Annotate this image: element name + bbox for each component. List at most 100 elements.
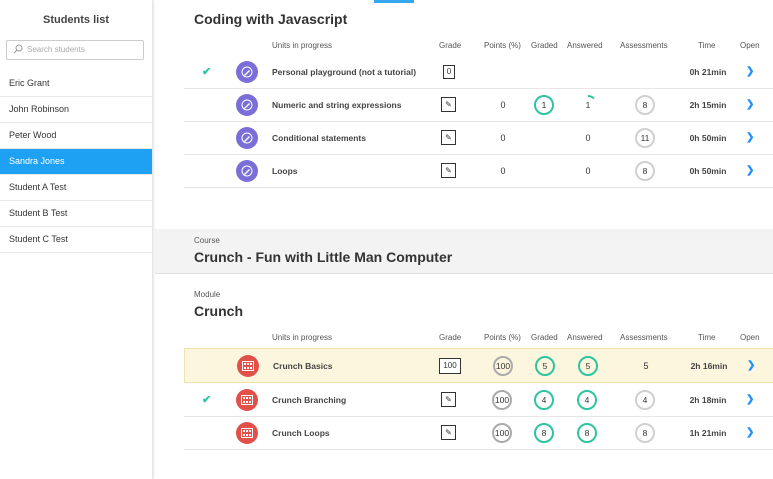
scroll-indicator bbox=[374, 0, 414, 3]
unit-name: Loops bbox=[272, 165, 298, 176]
grade-box[interactable]: 0 bbox=[443, 64, 455, 79]
graded-circle: 8 bbox=[534, 422, 554, 443]
col-graded: Graded bbox=[531, 333, 558, 342]
col-answered: Answered bbox=[567, 333, 603, 342]
main-content: Coding with Javascript Units in progress… bbox=[155, 0, 773, 479]
student-item[interactable]: Student A Test bbox=[0, 175, 152, 201]
assessments-circle: 8 bbox=[635, 94, 655, 115]
course-title: Crunch - Fun with Little Man Computer bbox=[194, 249, 453, 265]
unit-row[interactable]: Crunch Loops ✎ 100 8 8 8 1h 21min ❯ bbox=[184, 416, 773, 450]
course-label: Course bbox=[194, 236, 220, 245]
col-answered: Answered bbox=[567, 41, 603, 50]
grade-pen-icon[interactable]: ✎ bbox=[441, 97, 456, 112]
time-spent: 0h 50min bbox=[689, 165, 727, 176]
unit-row[interactable]: ✔ Personal playground (not a tutorial) 0… bbox=[184, 55, 773, 89]
unit-name: Crunch Loops bbox=[272, 427, 330, 438]
student-item[interactable]: Student B Test bbox=[0, 201, 152, 227]
points-circle: 100 bbox=[493, 355, 513, 376]
points-value: 0 bbox=[500, 132, 506, 143]
grade-pen-icon[interactable]: ✎ bbox=[441, 130, 456, 145]
col-time: Time bbox=[698, 333, 716, 342]
grade-pen-icon[interactable]: ✎ bbox=[441, 163, 456, 178]
col-points: Points (%) bbox=[484, 41, 521, 50]
col-points: Points (%) bbox=[484, 333, 521, 342]
students-list-title: Students list bbox=[42, 14, 109, 26]
col-open: Open bbox=[740, 41, 760, 50]
col-assessments: Assessments bbox=[620, 333, 668, 342]
answered-circle: 5 bbox=[578, 355, 598, 376]
open-chevron-icon[interactable]: ❯ bbox=[746, 394, 754, 405]
student-item[interactable]: John Robinson bbox=[0, 97, 152, 123]
answered-value: 0 bbox=[585, 165, 591, 176]
points-circle: 100 bbox=[492, 389, 512, 410]
module-label: Module bbox=[194, 290, 221, 299]
assessments-value: 5 bbox=[643, 360, 649, 371]
time-spent: 2h 15min bbox=[689, 99, 727, 110]
time-spent: 1h 21min bbox=[689, 427, 727, 438]
calculator-icon bbox=[236, 421, 258, 444]
assessments-circle: 11 bbox=[635, 127, 655, 148]
col-graded: Graded bbox=[531, 41, 558, 50]
col-assessments: Assessments bbox=[620, 41, 668, 50]
unit-name: Crunch Basics bbox=[273, 360, 333, 371]
unit-row[interactable]: Loops ✎ 0 0 8 0h 50min ❯ bbox=[184, 154, 773, 188]
col-grade: Grade bbox=[439, 41, 462, 50]
graded-circle: 4 bbox=[534, 389, 554, 410]
grade-box[interactable]: 100 bbox=[439, 357, 461, 374]
col-grade: Grade bbox=[439, 333, 462, 342]
points-circle: 100 bbox=[492, 422, 512, 443]
completed-check-icon: ✔ bbox=[202, 394, 212, 406]
students-sidebar: Students list Eric Grant John Robinson P… bbox=[0, 0, 153, 479]
module-title: Crunch bbox=[194, 303, 243, 319]
student-item-selected[interactable]: Sandra Jones bbox=[0, 149, 152, 175]
assessments-circle: 8 bbox=[635, 422, 655, 443]
unit-row-highlighted[interactable]: Crunch Basics 100 100 5 5 5 2h 16min ❯ bbox=[184, 348, 773, 383]
search-icon bbox=[13, 44, 23, 54]
grade-pen-icon[interactable]: ✎ bbox=[441, 425, 456, 440]
students-list: Eric Grant John Robinson Peter Wood Sand… bbox=[0, 71, 152, 253]
completed-check-icon: ✔ bbox=[202, 66, 212, 78]
pen-icon bbox=[236, 126, 258, 149]
pen-icon bbox=[236, 93, 258, 116]
assessments-circle: 4 bbox=[635, 389, 655, 410]
assessments-circle: 8 bbox=[635, 160, 655, 181]
unit-row[interactable]: Numeric and string expressions ✎ 0 1 1 8… bbox=[184, 88, 773, 122]
time-spent: 2h 18min bbox=[689, 394, 727, 405]
open-chevron-icon[interactable]: ❯ bbox=[746, 132, 754, 143]
time-spent: 0h 21min bbox=[689, 66, 727, 77]
col-units: Units in progress bbox=[272, 333, 333, 342]
graded-circle: 1 bbox=[534, 94, 554, 115]
calculator-icon bbox=[237, 354, 259, 377]
answered-progress: 1 bbox=[578, 94, 598, 115]
unit-name: Personal playground (not a tutorial) bbox=[272, 66, 417, 77]
answered-circle: 4 bbox=[577, 389, 597, 410]
answered-value: 0 bbox=[585, 132, 591, 143]
unit-row[interactable]: ✔ Crunch Branching ✎ 100 4 4 4 2h 18min … bbox=[184, 383, 773, 417]
student-item[interactable]: Peter Wood bbox=[0, 123, 152, 149]
calculator-icon bbox=[236, 388, 258, 411]
grade-pen-icon[interactable]: ✎ bbox=[441, 392, 456, 407]
open-chevron-icon[interactable]: ❯ bbox=[746, 165, 754, 176]
student-item[interactable]: Student C Test bbox=[0, 227, 152, 253]
course-title: Coding with Javascript bbox=[194, 11, 348, 27]
unit-name: Conditional statements bbox=[272, 132, 366, 143]
answered-circle: 8 bbox=[577, 422, 597, 443]
open-chevron-icon[interactable]: ❯ bbox=[746, 99, 754, 110]
open-chevron-icon[interactable]: ❯ bbox=[747, 360, 755, 371]
pen-icon bbox=[236, 159, 258, 182]
time-spent: 0h 50min bbox=[689, 132, 727, 143]
col-time: Time bbox=[698, 41, 716, 50]
unit-row[interactable]: Conditional statements ✎ 0 0 11 0h 50min… bbox=[184, 121, 773, 155]
search-input[interactable] bbox=[27, 43, 137, 56]
pen-icon bbox=[236, 60, 258, 83]
student-search-box[interactable] bbox=[6, 40, 144, 60]
graded-circle: 5 bbox=[535, 355, 555, 376]
unit-name: Crunch Branching bbox=[272, 394, 347, 405]
open-chevron-icon[interactable]: ❯ bbox=[746, 66, 754, 77]
open-chevron-icon[interactable]: ❯ bbox=[746, 427, 754, 438]
time-spent: 2h 16min bbox=[690, 360, 728, 371]
col-open: Open bbox=[740, 333, 760, 342]
unit-name: Numeric and string expressions bbox=[272, 99, 402, 110]
student-item[interactable]: Eric Grant bbox=[0, 71, 152, 97]
points-value: 0 bbox=[500, 99, 506, 110]
